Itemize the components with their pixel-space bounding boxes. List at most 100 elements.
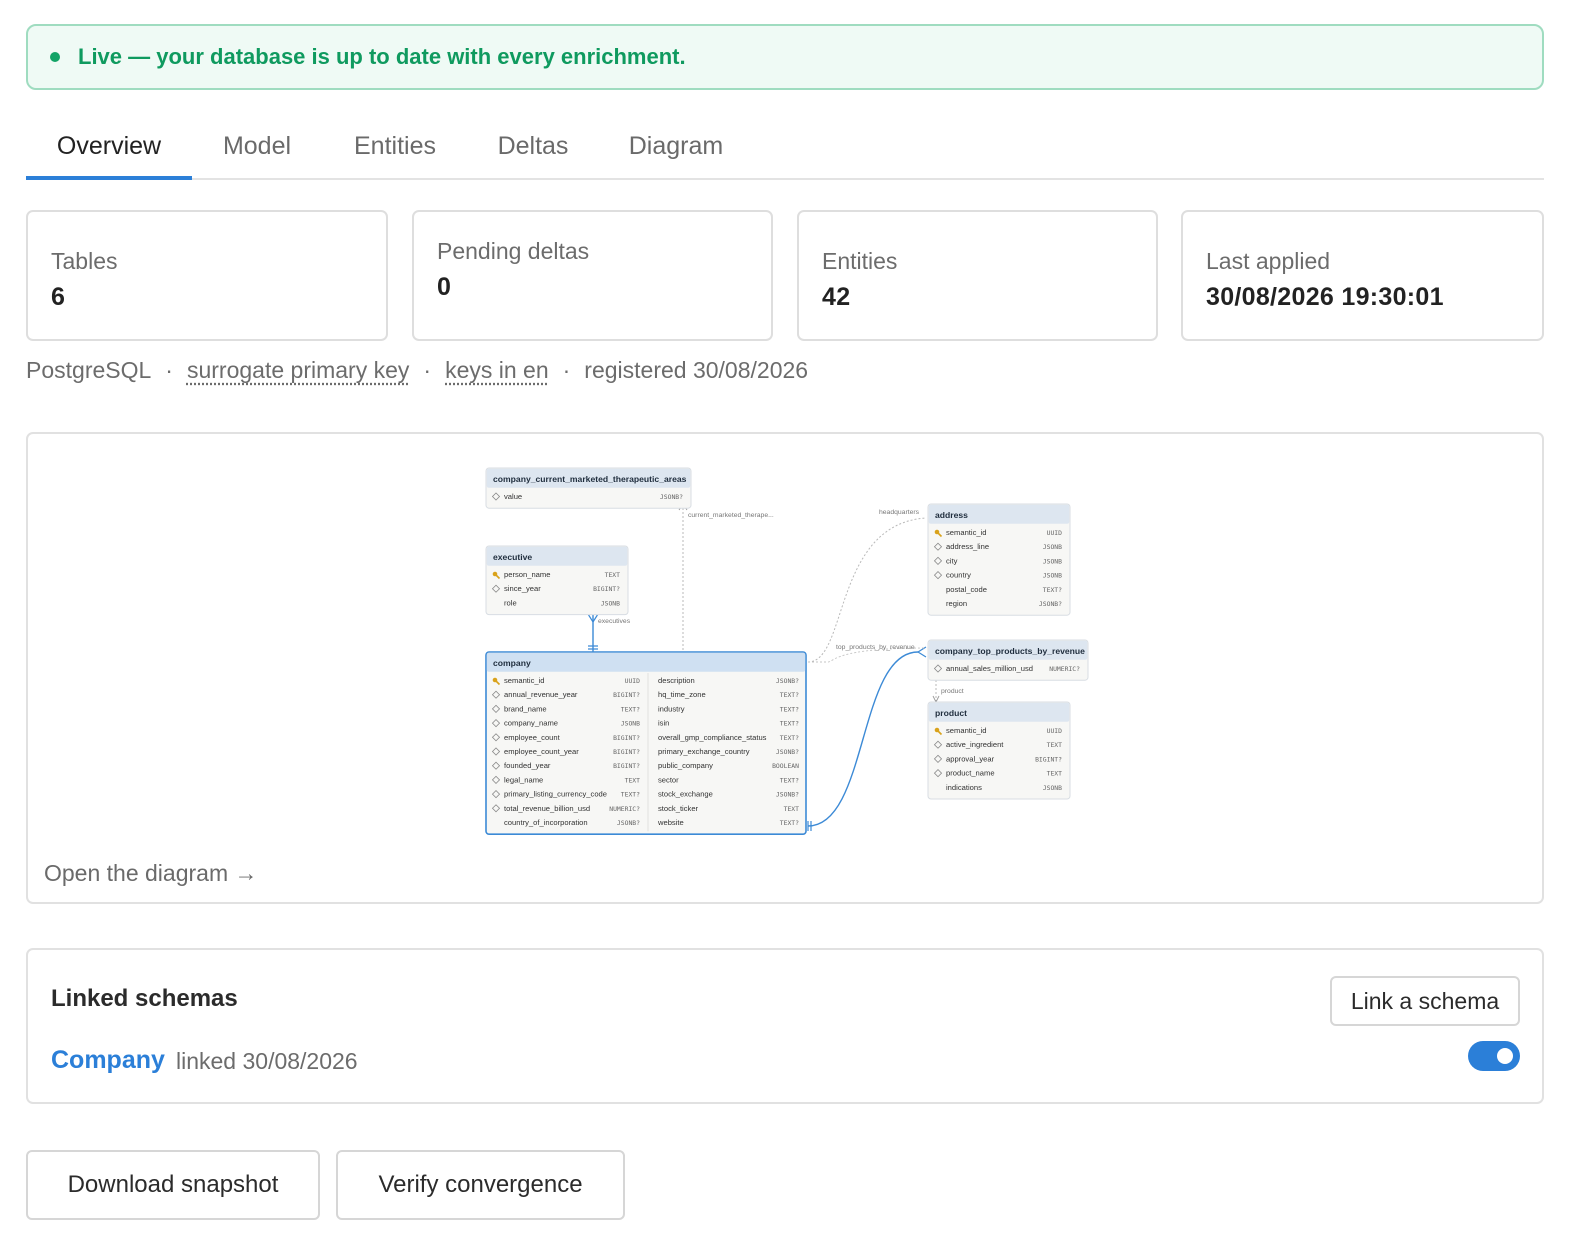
crowfoot-icon (916, 646, 927, 658)
column-name: address_line (946, 542, 989, 551)
column-type: BIGINT? (613, 762, 640, 770)
column-name: overall_gmp_compliance_status (658, 733, 767, 742)
tab-overview[interactable]: Overview (26, 118, 192, 180)
column-type: JSONB? (660, 493, 683, 501)
meta-engine: PostgreSQL (26, 357, 152, 383)
stat-value: 30/08/2026 19:30:01 (1206, 283, 1444, 311)
linked-schemas-title: Linked schemas (51, 985, 238, 1012)
column-name: stock_exchange (658, 790, 713, 799)
column-name: country (946, 571, 971, 580)
stat-card-last-applied: Last applied 30/08/2026 19:30:01 (1181, 210, 1544, 341)
column-type: TEXT (1047, 741, 1063, 749)
column-type: TEXT? (621, 705, 640, 713)
table-name-therapeutic: company_current_marketed_therapeutic_are… (493, 474, 687, 484)
table-header-company (486, 652, 806, 672)
table-name-top_products: company_top_products_by_revenue (935, 646, 1085, 656)
column-type: JSONB (601, 599, 620, 607)
column-name: indications (946, 783, 982, 792)
tab-entities[interactable]: Entities (344, 118, 446, 178)
column-type: TEXT? (780, 734, 799, 742)
column-type: TEXT? (780, 720, 799, 728)
meta-key-strategy[interactable]: surrogate primary key (187, 357, 409, 383)
column-type: BOOLEAN (772, 762, 799, 770)
table-name-company: company (493, 658, 531, 668)
column-type: JSONB? (776, 748, 799, 756)
column-type: JSONB (1043, 784, 1062, 792)
connector-address (807, 517, 927, 663)
column-type: TEXT? (780, 819, 799, 827)
column-name: industry (658, 704, 685, 713)
tab-deltas[interactable]: Deltas (488, 118, 578, 178)
column-name: since_year (504, 584, 541, 593)
schema-diagram[interactable]: current_marketed_therape... executives hea… (28, 434, 1542, 902)
stat-card-pending-deltas: Pending deltas 0 (412, 210, 773, 341)
column-name: role (504, 598, 517, 607)
column-type: TEXT? (780, 705, 799, 713)
column-type: JSONB (1043, 572, 1062, 580)
column-name: country_of_incorporation (504, 818, 588, 827)
column-type: BIGINT? (613, 691, 640, 699)
diagram-preview-card[interactable]: current_marketed_therape... executives hea… (26, 432, 1544, 904)
column-name: annual_revenue_year (504, 690, 578, 699)
column-type: TEXT (1047, 770, 1063, 778)
column-name: company_name (504, 719, 558, 728)
column-name: public_company (658, 761, 713, 770)
stat-value: 0 (437, 273, 452, 301)
linked-schema-toggle[interactable] (1468, 1041, 1520, 1071)
column-type: BIGINT? (613, 748, 640, 756)
column-type: UUID (625, 677, 641, 685)
stat-label: Last applied (1206, 248, 1331, 274)
tab-diagram[interactable]: Diagram (624, 118, 728, 178)
column-type: JSONB (1043, 543, 1062, 551)
column-name: postal_code (946, 585, 987, 594)
column-name: person_name (504, 570, 550, 579)
column-name: region (946, 599, 967, 608)
column-type: TEXT (605, 571, 621, 579)
open-diagram-link[interactable]: Open the diagram → (44, 860, 258, 887)
column-name: semantic_id (946, 726, 987, 735)
column-name: approval_year (946, 754, 995, 763)
download-snapshot-button[interactable]: Download snapshot (26, 1150, 320, 1220)
live-status-message: Live — your database is up to date with … (78, 44, 686, 69)
column-type: BIGINT? (1035, 755, 1062, 763)
column-name: isin (658, 719, 669, 728)
relation-label: executives (598, 618, 631, 625)
relation-label: current_marketed_therape... (688, 512, 774, 519)
link-schema-button[interactable]: Link a schema (1330, 976, 1520, 1026)
column-type: NUMERIC? (609, 805, 640, 813)
verify-convergence-button[interactable]: Verify convergence (336, 1150, 625, 1220)
linked-schema-name[interactable]: Company (51, 1046, 165, 1075)
meta-separator: · (562, 357, 571, 383)
live-status-banner: Live — your database is up to date with … (26, 24, 1544, 90)
column-name: city (946, 556, 958, 565)
column-type: TEXT? (780, 691, 799, 699)
meta-separator: · (165, 357, 173, 383)
column-name: semantic_id (946, 528, 987, 537)
relation-label: headquarters (879, 509, 920, 516)
column-type: JSONB? (776, 677, 799, 685)
column-name: hq_time_zone (658, 690, 706, 699)
column-type: JSONB (1043, 557, 1062, 565)
column-name: active_ingredient (946, 740, 1004, 749)
column-type: TEXT (784, 805, 800, 813)
table-name-product: product (935, 708, 967, 718)
column-name: total_revenue_billion_usd (504, 804, 590, 813)
meta-separator: · (423, 357, 432, 383)
table-name-executive: executive (493, 552, 532, 562)
column-name: semantic_id (504, 676, 545, 685)
column-type: UUID (1047, 727, 1063, 735)
connector-top-products (807, 651, 919, 827)
column-name: legal_name (504, 775, 543, 784)
tab-model[interactable]: Model (212, 118, 302, 178)
tab-bar: Overview Model Entities Deltas Diagram (26, 118, 1544, 180)
meta-keys-language[interactable]: keys in en (445, 357, 549, 383)
column-name: employee_count_year (504, 747, 579, 756)
stat-label: Pending deltas (437, 238, 590, 264)
column-name: product_name (946, 769, 995, 778)
column-type: JSONB? (617, 819, 640, 827)
linked-schema-date: linked 30/08/2026 (176, 1048, 358, 1074)
column-name: description (658, 676, 695, 685)
stat-label: Entities (822, 248, 898, 274)
column-type: TEXT? (780, 776, 799, 784)
column-type: UUID (1047, 529, 1063, 537)
